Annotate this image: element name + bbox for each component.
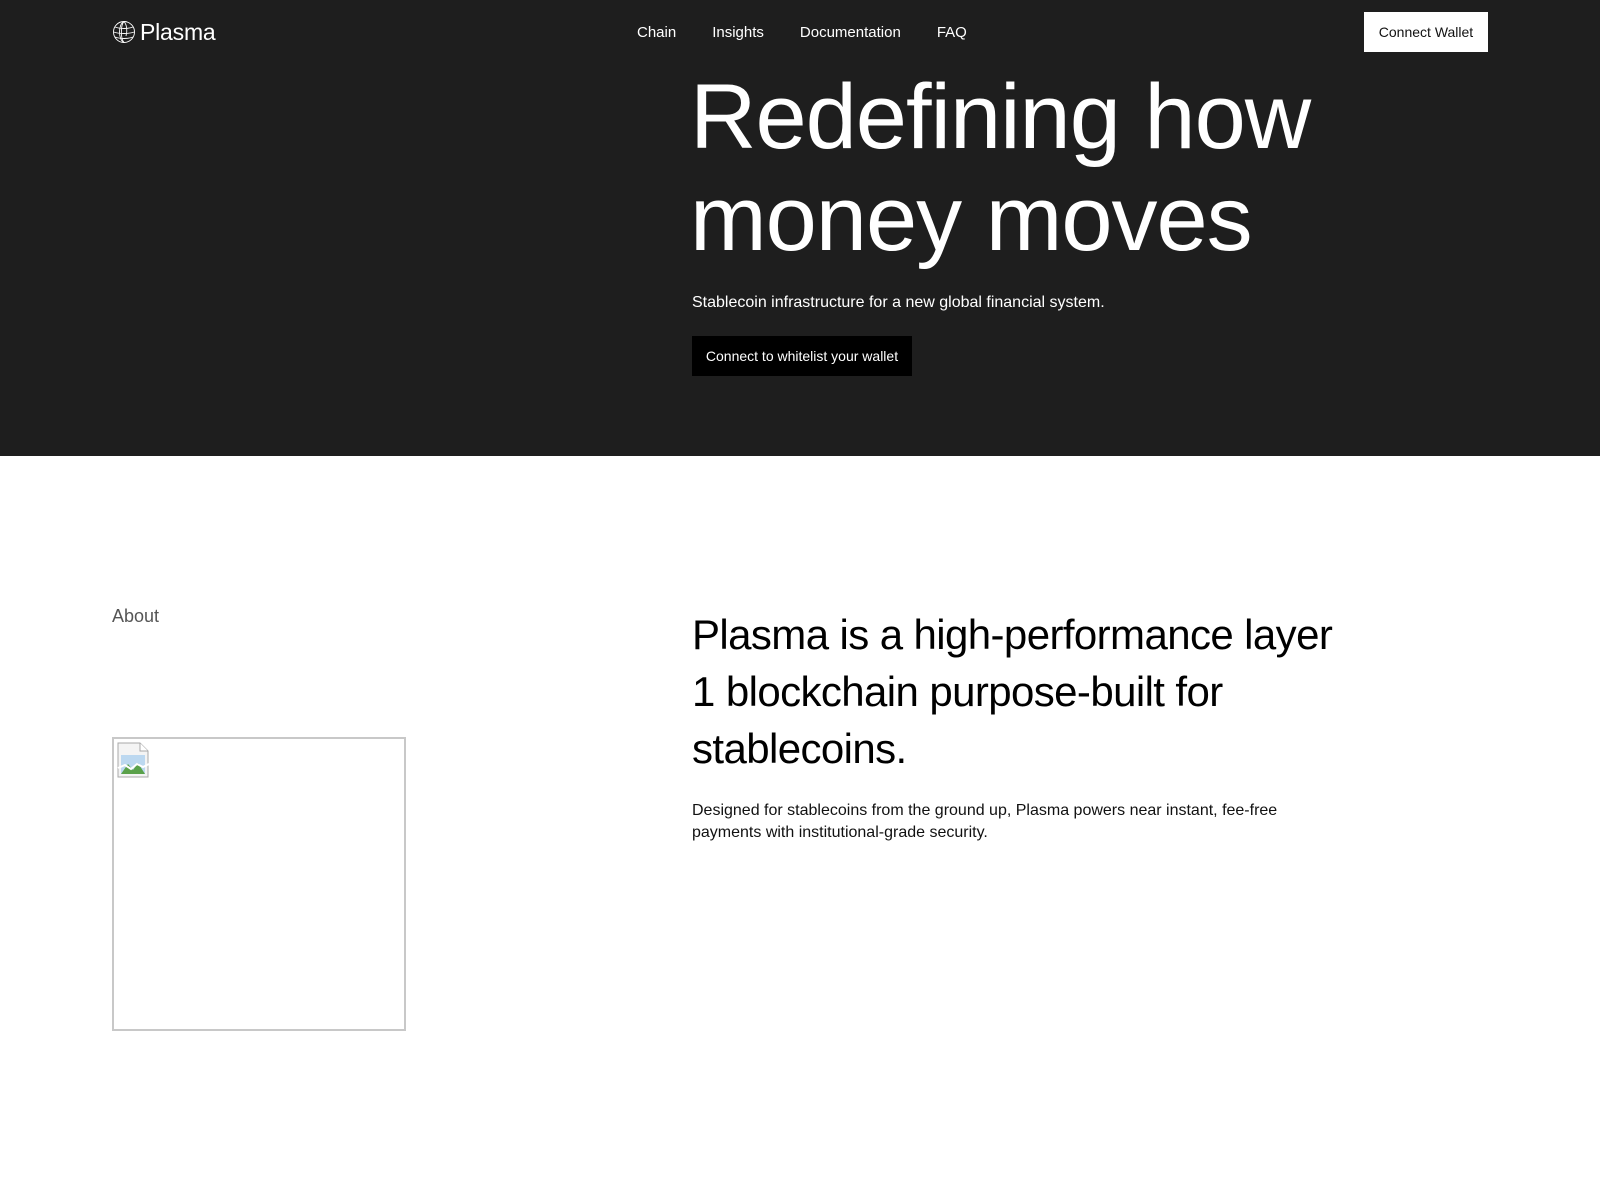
- hero-title: Redefining how money moves: [690, 66, 1311, 270]
- nav-link-faq[interactable]: FAQ: [937, 24, 967, 42]
- nav-link-insights[interactable]: Insights: [712, 24, 764, 42]
- broken-image-icon: [117, 742, 151, 778]
- about-image: [112, 737, 406, 1031]
- logo-wordmark: Plasma: [140, 19, 216, 45]
- logo-link[interactable]: Plasma: [112, 18, 216, 46]
- hero-subtitle: Stablecoin infrastructure for a new glob…: [692, 294, 1105, 311]
- hero-section: Plasma Chain Insights Documentation FAQ …: [0, 0, 1600, 456]
- main-nav: Chain Insights Documentation FAQ: [637, 24, 967, 42]
- connect-wallet-button[interactable]: Connect Wallet: [1364, 12, 1488, 52]
- section-label-about: About: [112, 606, 160, 626]
- nav-link-chain[interactable]: Chain: [637, 24, 676, 42]
- about-description: Designed for stablecoins from the ground…: [692, 802, 1278, 841]
- about-heading: Plasma is a high-performance layer 1 blo…: [692, 611, 1333, 772]
- plasma-sphere-icon: [113, 21, 135, 43]
- whitelist-wallet-button[interactable]: Connect to whitelist your wallet: [692, 336, 912, 376]
- nav-link-documentation[interactable]: Documentation: [800, 24, 901, 42]
